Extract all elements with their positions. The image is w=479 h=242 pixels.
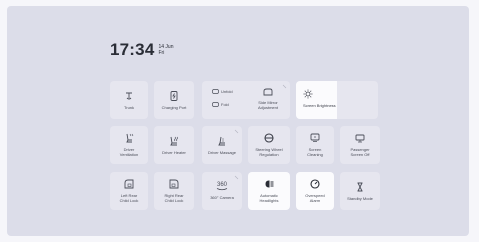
driver-ventilation-button[interactable]: Driver Ventilation bbox=[110, 126, 148, 164]
side-mirror-tile: Unfold Fold Side Mirror Adjustment bbox=[202, 81, 290, 119]
clock: 17:34 14 Jun Fri bbox=[110, 41, 174, 58]
driver-heater-button[interactable]: Driver Heater bbox=[154, 126, 194, 164]
mirror-unfold-label: Unfold bbox=[221, 89, 233, 94]
sun-icon bbox=[303, 89, 313, 99]
child-lock-icon bbox=[169, 179, 179, 189]
automatic-headlights-button[interactable]: Automatic Headlights bbox=[248, 172, 290, 210]
camera-360-label: 360° Camera bbox=[210, 195, 234, 200]
date-block: 14 Jun Fri bbox=[158, 44, 173, 58]
mirror-fold-icon bbox=[212, 102, 219, 107]
passenger-screen-off-label: Passenger Screen Off bbox=[350, 147, 370, 157]
screen-cleaning-label: Screen Cleaning bbox=[307, 147, 323, 157]
screen-cleaning-icon bbox=[310, 133, 320, 142]
steering-wheel-button[interactable]: Steering Wheel Regulation bbox=[248, 126, 290, 164]
passenger-screen-icon bbox=[355, 134, 365, 143]
mirror-fold-label: Fold bbox=[221, 102, 229, 107]
seat-heater-icon bbox=[170, 136, 178, 145]
screen-brightness-slider[interactable]: Screen Brightness bbox=[296, 81, 378, 119]
side-mirror-adjustment-button[interactable]: Side Mirror Adjustment bbox=[252, 87, 284, 110]
brightness-fill bbox=[296, 81, 337, 119]
left-rear-child-lock-button[interactable]: Left Rear Child Lock bbox=[110, 172, 148, 210]
mirror-fold-button[interactable]: Fold bbox=[212, 102, 229, 107]
driver-massage-label: Driver Massage bbox=[207, 149, 236, 155]
side-mirror-icon bbox=[263, 88, 273, 96]
speed-alarm-icon bbox=[310, 179, 320, 189]
driver-massage-button[interactable]: Driver Massage bbox=[202, 126, 242, 164]
charging-port-button[interactable]: Charging Port bbox=[154, 81, 194, 119]
trunk-icon bbox=[126, 92, 132, 99]
child-lock-icon bbox=[124, 179, 134, 189]
mirror-unfold-icon bbox=[212, 89, 219, 94]
side-mirror-label: Side Mirror Adjustment bbox=[257, 100, 278, 110]
expand-corner-icon bbox=[234, 175, 239, 180]
driver-heater-label: Driver Heater bbox=[162, 149, 186, 155]
steering-wheel-label: Steering Wheel Regulation bbox=[255, 147, 283, 157]
seat-ventilation-icon bbox=[126, 133, 134, 143]
clock-time: 17:34 bbox=[110, 40, 155, 59]
trunk-button[interactable]: Trunk bbox=[110, 81, 148, 119]
seat-massage-icon bbox=[218, 136, 225, 145]
hourglass-icon bbox=[357, 182, 363, 191]
overspeed-alarm-button[interactable]: Overspeed Alarm bbox=[296, 172, 334, 210]
driver-ventilation-label: Driver Ventilation bbox=[119, 147, 139, 157]
right-rear-child-lock-label: Right Rear Child Lock bbox=[164, 193, 184, 203]
clock-day: Fri bbox=[158, 50, 165, 56]
right-rear-child-lock-button[interactable]: Right Rear Child Lock bbox=[154, 172, 194, 210]
trunk-label: Trunk bbox=[123, 104, 135, 110]
camera-360-icon: 360 bbox=[216, 182, 228, 191]
automatic-headlights-label: Automatic Headlights bbox=[259, 193, 279, 203]
expand-corner-icon bbox=[234, 129, 239, 134]
charging-port-icon bbox=[170, 90, 178, 101]
steering-wheel-icon bbox=[264, 133, 274, 143]
screen-cleaning-button[interactable]: Screen Cleaning bbox=[296, 126, 334, 164]
standby-mode-button[interactable]: Standby Mode bbox=[340, 172, 380, 210]
mirror-unfold-button[interactable]: Unfold bbox=[212, 89, 233, 94]
camera-360-arc bbox=[216, 188, 228, 191]
camera-360-button[interactable]: 360 360° Camera bbox=[202, 172, 242, 210]
passenger-screen-off-button[interactable]: Passenger Screen Off bbox=[340, 126, 380, 164]
overspeed-alarm-label: Overspeed Alarm bbox=[305, 193, 325, 203]
standby-mode-label: Standby Mode bbox=[347, 195, 373, 201]
headlight-icon bbox=[265, 180, 274, 188]
left-rear-child-lock-label: Left Rear Child Lock bbox=[119, 193, 139, 203]
screen-brightness-label: Screen Brightness bbox=[303, 103, 336, 108]
charging-port-label: Charging Port bbox=[161, 104, 187, 110]
